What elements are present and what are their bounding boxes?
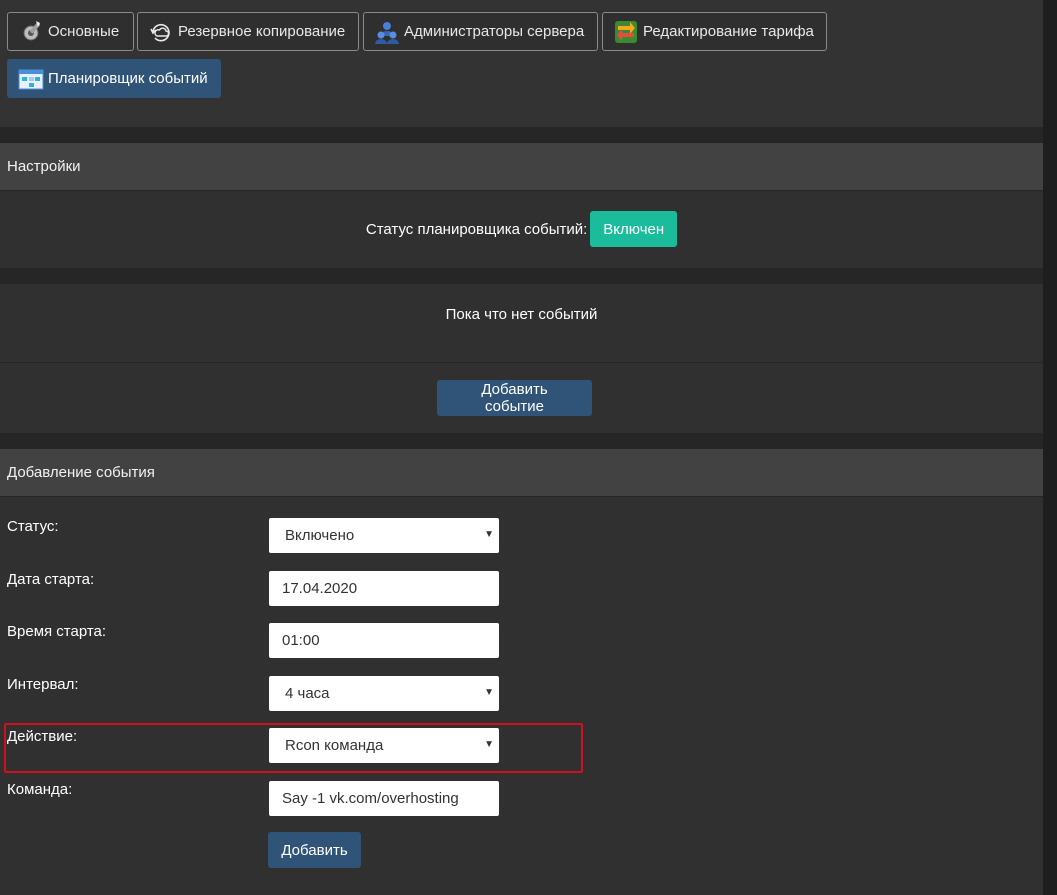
tab-label: Редактирование тарифа (643, 23, 814, 40)
scheduler-status-toggle[interactable]: Включен (590, 211, 678, 247)
start-time-label: Время старта: (7, 623, 107, 640)
status-label: Статус: (7, 518, 59, 535)
settings-card: Настройки Статус планировщика событий: В… (0, 143, 1043, 268)
add-event-card: Добавление события (0, 449, 1043, 895)
calendar-schedule-icon (18, 66, 44, 92)
start-date-value: 17.04.2020 (282, 580, 358, 597)
users-group-icon (374, 19, 400, 45)
tab-server-admins[interactable]: Администраторы сервера (363, 12, 598, 51)
events-card: Пока что нет событий Добавить событие (0, 284, 1043, 433)
action-row-highlight (4, 723, 583, 773)
scrollbar-track[interactable] (1043, 0, 1057, 895)
add-event-header: Добавление события (0, 449, 1043, 497)
swap-arrows-icon (613, 19, 639, 45)
settings-title: Настройки (7, 158, 81, 175)
tab-basic[interactable]: Основные (7, 12, 134, 51)
tab-edit-tariff[interactable]: Редактирование тарифа (602, 12, 827, 51)
add-event-title: Добавление события (7, 464, 155, 481)
add-event-button[interactable]: Добавить событие (437, 380, 592, 416)
command-label: Команда: (7, 781, 73, 798)
no-events-text: Пока что нет событий (445, 306, 598, 323)
chevron-down-icon: ▼ (484, 687, 494, 698)
scheduler-status-label: Статус планировщика событий: (365, 220, 588, 238)
chevron-down-icon: ▼ (484, 529, 494, 540)
scheduler-status-line: Статус планировщика событий: Включен (0, 211, 1043, 247)
wrench-gear-icon (18, 19, 44, 45)
status-select-value: Включено (285, 527, 355, 544)
tabs-panel: Основные Резервное копирование Администр… (0, 0, 1043, 127)
tab-event-scheduler[interactable]: Планировщик событий (7, 59, 221, 98)
start-time-value: 01:00 (282, 632, 320, 649)
interval-label: Интервал: (7, 676, 79, 693)
tab-backup[interactable]: Резервное копирование (137, 12, 359, 51)
tab-label: Основные (48, 23, 120, 40)
section-gap (0, 268, 1043, 284)
cloud-backup-icon (148, 19, 174, 45)
settings-header: Настройки (0, 143, 1043, 191)
submit-add-button[interactable]: Добавить (268, 832, 361, 868)
status-select[interactable]: Включено ▼ (269, 518, 499, 553)
interval-select-value: 4 часа (285, 685, 330, 702)
command-input[interactable]: Say -1 vk.com/overhosting (269, 781, 499, 816)
section-gap (0, 127, 1043, 143)
start-date-input[interactable]: 17.04.2020 (269, 571, 499, 606)
command-value: Say -1 vk.com/overhosting (282, 790, 459, 807)
start-date-label: Дата старта: (7, 571, 95, 588)
divider (0, 362, 1043, 363)
start-time-input[interactable]: 01:00 (269, 623, 499, 658)
interval-select[interactable]: 4 часа ▼ (269, 676, 499, 711)
tab-label: Планировщик событий (48, 70, 208, 87)
tab-label: Резервное копирование (178, 23, 346, 40)
section-gap (0, 433, 1043, 449)
tab-label: Администраторы сервера (404, 23, 585, 40)
